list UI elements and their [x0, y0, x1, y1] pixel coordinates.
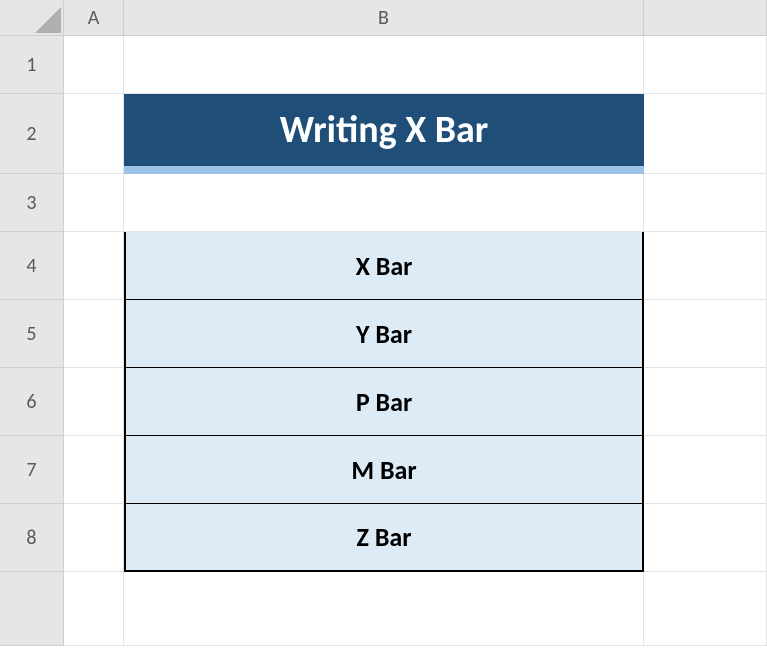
column-header-c[interactable]: [644, 0, 767, 36]
cell-b1[interactable]: [124, 36, 644, 94]
cell-c8[interactable]: [644, 504, 767, 572]
cell-a8[interactable]: [64, 504, 124, 572]
cell-b9[interactable]: [124, 572, 644, 646]
cell-c1[interactable]: [644, 36, 767, 94]
cell-c6[interactable]: [644, 368, 767, 436]
row-header-5[interactable]: 5: [0, 300, 64, 368]
data-cell-4[interactable]: M Bar: [124, 436, 644, 504]
cell-b3[interactable]: [124, 174, 644, 232]
cell-c3[interactable]: [644, 174, 767, 232]
column-header-b[interactable]: B: [124, 0, 644, 36]
row-header-6[interactable]: 6: [0, 368, 64, 436]
cell-a2[interactable]: [64, 94, 124, 174]
data-cell-1[interactable]: X Bar: [124, 232, 644, 300]
cell-c4[interactable]: [644, 232, 767, 300]
select-all-triangle-icon: [35, 7, 61, 33]
row-header-9[interactable]: [0, 572, 64, 646]
cell-c9[interactable]: [644, 572, 767, 646]
row-header-2[interactable]: 2: [0, 94, 64, 174]
row-header-4[interactable]: 4: [0, 232, 64, 300]
row-header-3[interactable]: 3: [0, 174, 64, 232]
cell-c5[interactable]: [644, 300, 767, 368]
cell-a3[interactable]: [64, 174, 124, 232]
column-header-row: A B: [0, 0, 767, 36]
cell-grid: Writing X Bar X Bar Y Bar P Bar: [64, 36, 767, 646]
cell-a7[interactable]: [64, 436, 124, 504]
cell-a6[interactable]: [64, 368, 124, 436]
title-cell[interactable]: Writing X Bar: [124, 94, 644, 174]
cell-c7[interactable]: [644, 436, 767, 504]
data-cell-3[interactable]: P Bar: [124, 368, 644, 436]
cell-a5[interactable]: [64, 300, 124, 368]
cell-a9[interactable]: [64, 572, 124, 646]
row-header-strip: 1 2 3 4 5 6 7 8: [0, 36, 64, 646]
row-header-1[interactable]: 1: [0, 36, 64, 94]
data-cell-2[interactable]: Y Bar: [124, 300, 644, 368]
select-all-corner[interactable]: [0, 0, 64, 36]
cell-a4[interactable]: [64, 232, 124, 300]
row-header-8[interactable]: 8: [0, 504, 64, 572]
spreadsheet: A B 1 2 3 4 5 6 7 8 Writing X Bar: [0, 0, 767, 648]
column-header-a[interactable]: A: [64, 0, 124, 36]
cell-a1[interactable]: [64, 36, 124, 94]
cell-c2[interactable]: [644, 94, 767, 174]
row-header-7[interactable]: 7: [0, 436, 64, 504]
data-cell-5[interactable]: Z Bar: [124, 504, 644, 572]
